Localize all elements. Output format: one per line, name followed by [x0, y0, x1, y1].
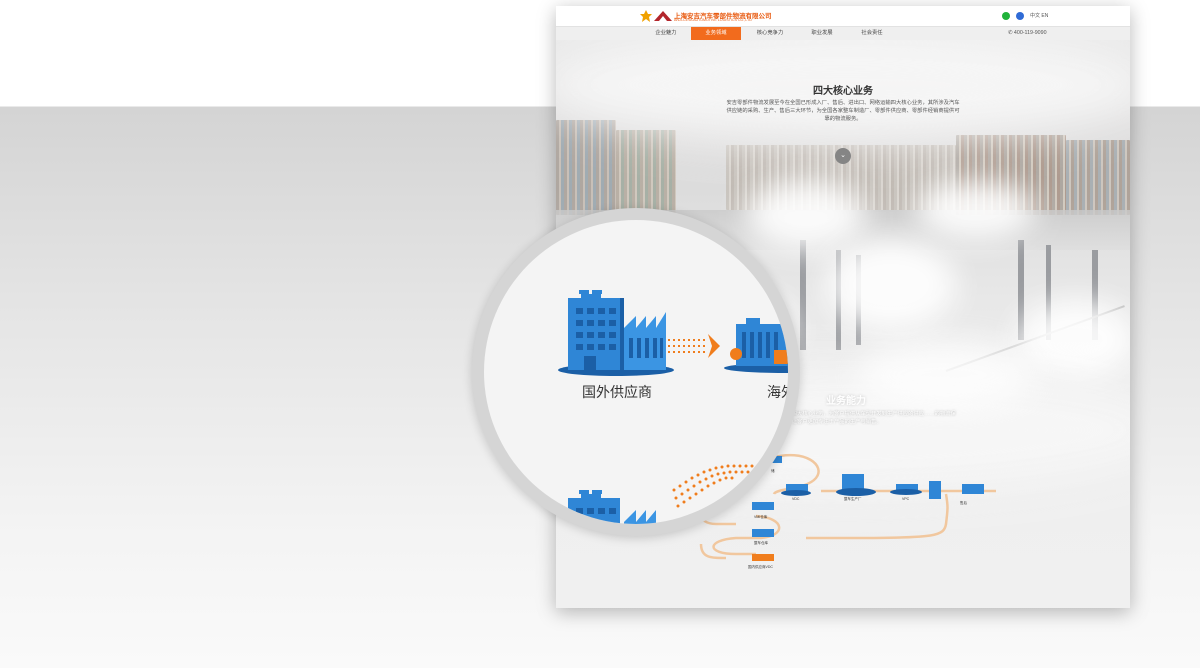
overseas-warehouse-icon [724, 318, 788, 373]
magnifier-lens: 国外供应商 海外 [484, 220, 788, 524]
phone-number: ✆ 400-119-9090 [1008, 27, 1047, 40]
flow-dots [672, 464, 784, 508]
ability-title: 业务能力 [826, 396, 866, 407]
wechat-icon[interactable] [1002, 12, 1010, 20]
diagram-label-domestic-vdc: 国内供应商VDC [748, 564, 773, 569]
factory-icon [558, 290, 674, 376]
scroll-down-button[interactable]: ⌄ [835, 148, 851, 164]
container-stack [1066, 140, 1130, 215]
chevron-down-icon: ⌄ [840, 152, 846, 159]
fog [826, 240, 956, 330]
nav-item-competence[interactable]: 核心竞争力 [744, 27, 796, 40]
main-nav: 企业魅力 业务领域 核心竞争力 职业发展 社会责任 ✆ 400-119-9090 [556, 26, 1130, 41]
flow-arrow [668, 334, 720, 358]
diagram-label-vpc: VPC [902, 497, 910, 501]
phone-text: 400-119-9090 [1013, 30, 1047, 36]
anji-logo-icon [640, 10, 652, 22]
core-business-desc: 安吉零部件物流发展至今在全国已形成入厂、售后、进出口、网络运输四大核心业务，其所… [726, 100, 960, 122]
container-stack [616, 130, 676, 215]
ability-desc: ……四大核心业务，为客户提供从车型开发到生产供应的供应……的物流保障，让客户更加… [781, 411, 956, 425]
zoom-label-overseas: 海外 [767, 384, 788, 400]
weibo-icon[interactable] [1016, 12, 1024, 20]
nav-item-csr[interactable]: 社会责任 [846, 27, 898, 40]
brand-name-en: ANJI-CEVA AUTOMOTIVE LOGISTICS CO.,LTD [674, 18, 752, 22]
nav-item-career[interactable]: 职业发展 [796, 27, 848, 40]
nav-item-business[interactable]: 业务领域 [691, 27, 741, 40]
crane [800, 240, 806, 350]
fog [916, 180, 1036, 240]
core-business-title: 四大核心业务 [813, 86, 873, 97]
fog [856, 340, 1036, 410]
site-header: 上海安吉汽车零部件物流有限公司 ANJI-CEVA AUTOMOTIVE LOG… [556, 6, 1130, 26]
language-switch[interactable]: 中文 EN [1030, 12, 1048, 19]
container-stack [556, 120, 616, 215]
diagram-label-vdc: VDC [792, 497, 800, 501]
zoomed-diagram [558, 290, 788, 524]
ceva-logo-icon [654, 11, 672, 21]
diagram-label-plant: 整车生产厂 [844, 496, 862, 501]
domestic-factory-icon [568, 490, 656, 524]
diagram-label-aftersales: 售后 [960, 500, 968, 505]
nav-item-enterprise[interactable]: 企业魅力 [640, 27, 692, 40]
zoom-label-foreign-supplier: 国外供应商 [582, 384, 652, 400]
diagram-label-warehouse: 整车仓库 [754, 540, 768, 545]
